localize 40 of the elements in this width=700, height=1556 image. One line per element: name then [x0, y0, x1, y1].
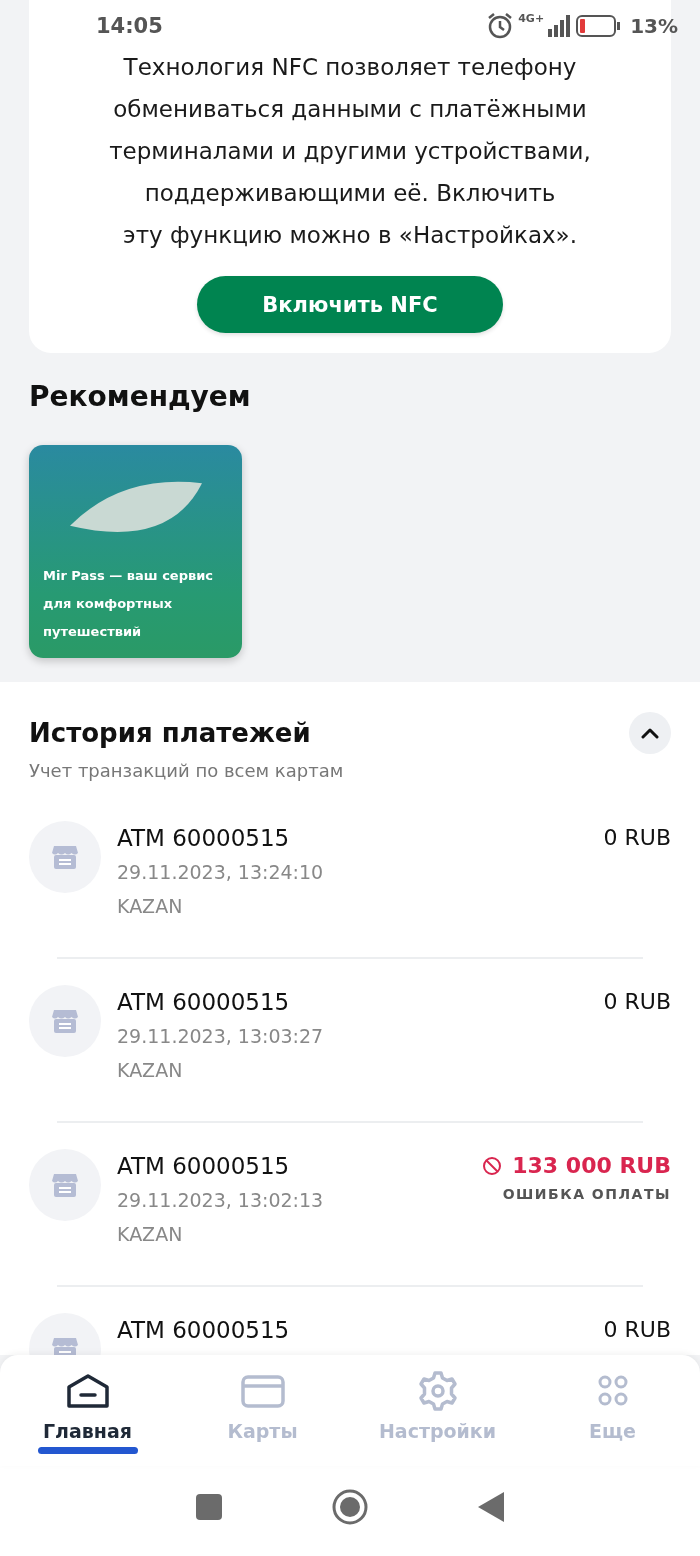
section-title: Рекомендуем: [29, 379, 252, 415]
transaction-date: 29.11.2023, 13:24:10: [117, 860, 325, 885]
status-time: 14:05: [96, 14, 163, 38]
payment-error: ОШИБКА ОПЛАТЫ: [502, 1185, 671, 1204]
home-button[interactable]: [332, 1489, 368, 1525]
nav-tab[interactable]: Главная: [17, 1371, 158, 1454]
battery-icon: [576, 15, 621, 37]
blocked-icon: [482, 1156, 503, 1176]
transaction-city: KAZAN: [117, 1222, 184, 1247]
transaction-title: ATM 60000515: [117, 1152, 291, 1181]
home-icon: [64, 1371, 111, 1411]
nav-tab[interactable]: Еще: [542, 1371, 683, 1454]
transaction-title: ATM 60000515: [117, 824, 291, 853]
transaction-title: ATM 60000515: [117, 1316, 291, 1345]
store-icon: [51, 1172, 79, 1198]
nav-tab[interactable]: Настройки: [367, 1371, 508, 1454]
transaction-title: ATM 60000515: [117, 988, 291, 1017]
transaction-city: KAZAN: [117, 894, 184, 919]
nfc-description: Технология NFC позволяет телефону обмениваться данными с платёжными терминалами и другими устройствами, поддерживающими её. Включить эту функцию можно в «Настройках».: [108, 53, 592, 250]
promo-text: Mir Pass — ваш сервис для комфортных путешествий: [43, 567, 214, 641]
nav-tab[interactable]: Карты: [192, 1371, 333, 1454]
section-subtitle: Учет транзакций по всем картам: [29, 760, 345, 781]
section-title: История платежей: [29, 717, 311, 750]
transaction-amount: 0 RUB: [603, 1316, 671, 1344]
enable-nfc-button[interactable]: Включить NFC: [197, 276, 503, 333]
transaction-date: 29.11.2023, 13:02:13: [117, 1188, 325, 1213]
store-icon: [51, 1008, 79, 1034]
network-type: 4G+: [518, 12, 545, 25]
transaction-city: KAZAN: [117, 1058, 184, 1083]
transaction-amount: 133 000 RUB: [512, 1152, 671, 1180]
battery-level: 13%: [630, 14, 678, 38]
transaction-date: 29.11.2023, 13:03:27: [117, 1024, 325, 1049]
chevron-icon: [641, 727, 659, 739]
back-button[interactable]: [478, 1492, 504, 1522]
promo-card[interactable]: Mir Pass — ваш сервис для комфортных путешествий: [29, 445, 242, 658]
collapse-button[interactable]: [629, 712, 671, 754]
signal-icon: [548, 15, 573, 37]
transaction-amount: 0 RUB: [603, 988, 671, 1016]
store-icon: [51, 844, 79, 870]
transaction-amount: 0 RUB: [603, 824, 671, 852]
